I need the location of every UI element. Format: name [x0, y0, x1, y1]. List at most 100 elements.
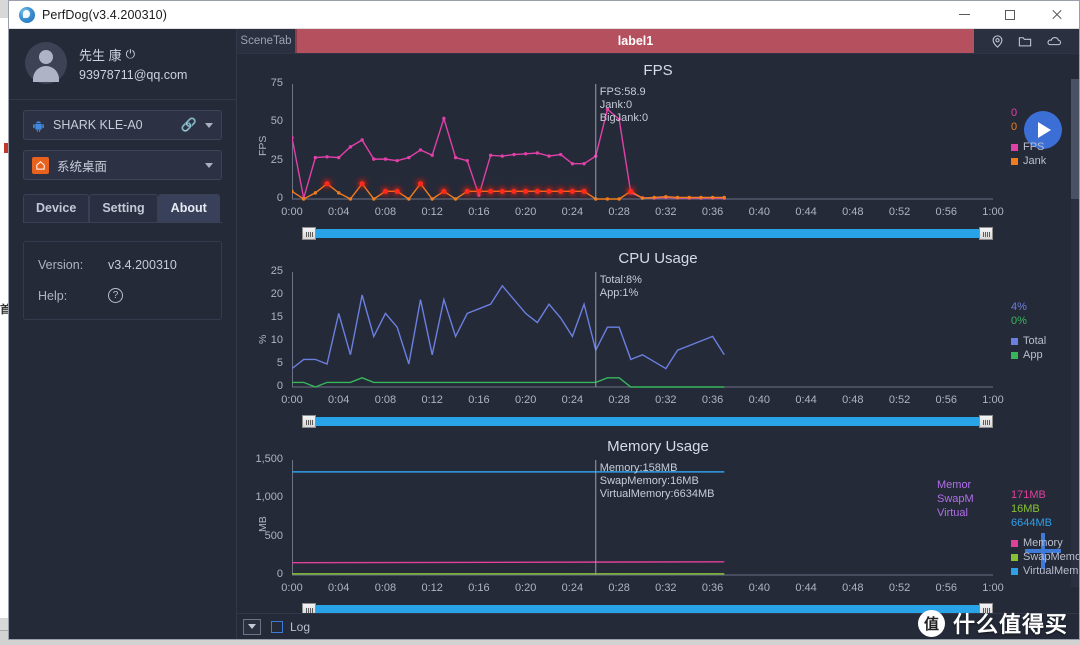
y-tick-memory: 0 — [276, 568, 283, 580]
legend-value: 16MB — [1011, 503, 1040, 515]
legend-label: Memory — [1023, 537, 1063, 549]
label-tab[interactable]: label1 — [295, 29, 974, 53]
minimize-button[interactable] — [941, 1, 987, 29]
tab-setting[interactable]: Setting — [89, 194, 158, 222]
tooltip-line: Memory:158MB — [599, 462, 678, 474]
range-handle-left[interactable] — [302, 603, 316, 613]
tooltip-line: VirtualMemory:6634MB — [599, 488, 715, 500]
device-select[interactable]: SHARK KLE-A0 🔗 — [23, 110, 222, 140]
help-label: Help: — [38, 288, 68, 303]
legend-fps: 0 0 FPS Jank — [1011, 106, 1046, 168]
power-icon[interactable]: ⏻ — [126, 47, 136, 62]
close-button[interactable] — [1033, 1, 1079, 29]
legend-swatch-icon — [1011, 567, 1018, 575]
y-tick-fps: 25 — [270, 153, 283, 166]
legend-items: Total App — [1011, 334, 1046, 362]
legend-value: 4% — [1011, 301, 1027, 313]
location-pin-icon[interactable] — [990, 34, 1005, 49]
plot-fps[interactable] — [292, 84, 1033, 213]
legend-items: FPS Jank — [1011, 140, 1046, 168]
legend-left-memory: Memor SwapM Virtual — [937, 478, 974, 520]
sidebar-tabs: Device Setting About — [9, 180, 236, 222]
legend-value: 0 — [1011, 107, 1018, 119]
scene-tab[interactable]: SceneTab — [237, 29, 295, 53]
close-icon — [1051, 9, 1062, 20]
tooltip-line: Total:8% — [599, 274, 642, 286]
legend-item-fps[interactable]: FPS — [1011, 140, 1046, 154]
sidebar: 先生 康 ⏻ 93978711@qq.com SHARK KLE-A0 🔗 系统… — [9, 29, 237, 639]
android-icon — [32, 119, 45, 132]
user-panel: 先生 康 ⏻ 93978711@qq.com — [9, 29, 236, 100]
legend-memory: 171MB 16MB 6644MB Memory SwapMemory VirtualMe… — [1011, 488, 1079, 578]
bottom-bar: Log — [237, 613, 1079, 639]
y-tick-fps: 0 — [276, 192, 283, 204]
range-track[interactable] — [316, 229, 979, 238]
series-jank — [292, 182, 725, 200]
legend-left-label: Memor — [937, 479, 972, 491]
folder-icon[interactable] — [1017, 34, 1033, 49]
tooltip-line: FPS:58.9 — [599, 86, 646, 98]
app-select-label: 系统桌面 — [57, 159, 108, 174]
perfdog-window: PerfDog(v3.4.200310) 先生 康 ⏻ 93978711@qq.… — [8, 0, 1080, 640]
maximize-button[interactable] — [987, 1, 1033, 29]
range-handle-left[interactable] — [302, 415, 316, 428]
window-body: 先生 康 ⏻ 93978711@qq.com SHARK KLE-A0 🔗 系统… — [9, 29, 1079, 639]
legend-item-jank[interactable]: Jank — [1011, 154, 1046, 168]
collapse-button[interactable] — [243, 618, 261, 635]
chevron-down-icon — [205, 122, 213, 128]
legend-swatch-icon — [1011, 539, 1018, 547]
range-track[interactable] — [316, 417, 979, 426]
legend-item-app[interactable]: App — [1011, 348, 1046, 362]
legend-values: 00 — [1011, 106, 1046, 134]
cursor-tooltip-fps: FPS:58.9 Jank:0 BigJank:0 — [600, 86, 648, 125]
range-handle-right[interactable] — [979, 603, 993, 613]
tab-device[interactable]: Device — [23, 194, 90, 222]
legend-left-label: SwapM — [937, 493, 974, 505]
chart-panel-cpu: CPU Usage% 0 5 10 15 20 25 0:00 0:04 0:08 0:12 0:16… — [237, 242, 1079, 439]
legend-label: Jank — [1023, 155, 1047, 167]
series-total — [292, 284, 725, 370]
legend-cpu: 4% 0% Total App — [1011, 300, 1046, 362]
legend-swatch-icon — [1011, 157, 1018, 165]
app-select[interactable]: 系统桌面 — [23, 150, 222, 180]
range-handle-left[interactable] — [302, 227, 316, 240]
chevron-down-icon — [248, 624, 256, 629]
question-mark-icon[interactable]: ? — [108, 288, 123, 303]
legend-left-label: Virtual — [937, 507, 968, 519]
tooltip-line: SwapMemory:16MB — [599, 475, 699, 487]
log-checkbox[interactable] — [271, 620, 283, 633]
legend-swatch-icon — [1011, 143, 1018, 151]
legend-item-total[interactable]: Total — [1011, 334, 1046, 348]
legend-item-memory[interactable]: Memory — [1011, 536, 1079, 550]
timeline-range-slider-cpu[interactable] — [302, 415, 993, 428]
help-row: Help: ? — [38, 288, 207, 303]
plot-cpu[interactable] — [292, 272, 1033, 401]
cloud-icon[interactable] — [1046, 34, 1063, 49]
tooltip-line: BigJank:0 — [599, 112, 649, 124]
avatar[interactable] — [25, 42, 67, 84]
selectors: SHARK KLE-A0 🔗 系统桌面 — [9, 100, 236, 180]
about-card: Version: v3.4.200310 Help: ? — [23, 241, 222, 320]
log-toggle[interactable]: Log — [271, 620, 310, 634]
version-row: Version: v3.4.200310 — [38, 258, 207, 272]
maximize-icon — [1005, 9, 1015, 20]
window-title: PerfDog(v3.4.200310) — [42, 7, 167, 22]
y-tick-fps: 75 — [270, 77, 283, 89]
tab-about[interactable]: About — [157, 194, 220, 222]
title-bar: PerfDog(v3.4.200310) — [9, 1, 1079, 29]
legend-value: 6644MB — [1011, 517, 1052, 529]
timeline-range-slider-memory[interactable] — [302, 603, 993, 613]
timeline-range-slider-fps[interactable] — [302, 227, 993, 240]
log-label: Log — [290, 619, 311, 634]
user-meta: 先生 康 ⏻ 93978711@qq.com — [79, 45, 187, 82]
legend-item-swapmemory[interactable]: SwapMemory — [1011, 550, 1079, 564]
version-value: v3.4.200310 — [108, 258, 177, 272]
legend-item-virtualmem[interactable]: VirtualMem... — [1011, 564, 1079, 578]
legend-items: Memory SwapMemory VirtualMem... — [1011, 536, 1079, 578]
range-track[interactable] — [316, 605, 979, 613]
range-handle-right[interactable] — [979, 227, 993, 240]
range-handle-right[interactable] — [979, 415, 993, 428]
link-icon[interactable]: 🔗 — [181, 117, 197, 133]
chart-title-memory: Memory Usage — [607, 438, 709, 455]
legend-value: 0 — [1011, 121, 1018, 133]
